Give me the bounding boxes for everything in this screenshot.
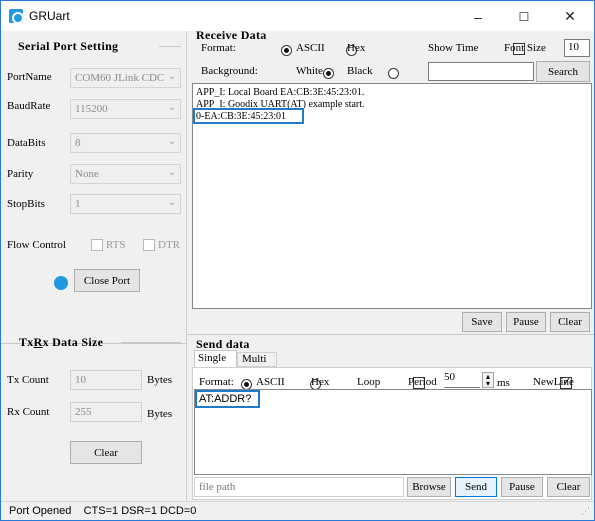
rx-format-label: Format: — [201, 42, 236, 54]
newline-label: NewLine — [533, 376, 574, 388]
rts-checkbox[interactable] — [91, 239, 103, 251]
title-bar[interactable]: GRUart – ☐ ✕ — [1, 1, 594, 31]
send-text: AT:ADDR? — [195, 390, 260, 408]
databits-select[interactable]: 8 ⌄ — [70, 133, 181, 153]
search-input[interactable] — [428, 62, 534, 81]
txrx-group-title: TxRx Data Size — [19, 335, 104, 349]
rx-ascii-radio[interactable] — [281, 45, 292, 56]
period-input[interactable]: 50 — [444, 371, 480, 388]
parity-label: Parity — [7, 168, 34, 180]
bg-black-label: Black — [347, 65, 373, 77]
portname-label: PortName — [7, 71, 52, 83]
serial-group-title: Serial Port Setting — [18, 39, 119, 53]
rx-hex-label: Hex — [347, 42, 366, 54]
rx-unit-label: Bytes — [147, 408, 173, 420]
close-button[interactable]: ✕ — [547, 2, 593, 31]
app-icon — [9, 9, 24, 24]
period-spinner[interactable]: ▴ ▾ — [482, 372, 494, 388]
bg-black-radio[interactable] — [388, 68, 399, 79]
parity-value: None — [75, 168, 99, 180]
clear-count-button[interactable]: Clear — [70, 441, 142, 464]
panel-divider — [187, 334, 594, 335]
tx-hex-label: Hex — [311, 376, 330, 388]
highlight-box — [193, 108, 304, 124]
rts-label: RTS — [106, 239, 126, 251]
chevron-down-icon: ⌄ — [167, 102, 176, 113]
file-path-input[interactable]: file path — [194, 477, 404, 497]
receive-line: APP_I: Local Board EA:CB:3E:45:23:01. — [196, 87, 365, 98]
portname-select[interactable]: COM60 JLink CDC ⌄ — [70, 68, 181, 88]
chevron-down-icon: ⌄ — [167, 71, 176, 82]
databits-label: DataBits — [7, 137, 46, 149]
connection-indicator — [54, 276, 68, 290]
rx-count-label: Rx Count — [7, 406, 50, 418]
group-divider — [159, 46, 181, 47]
receive-group-title: Receive Data — [196, 28, 267, 42]
send-panel: Send data Single Multi Format: ASCII Hex… — [187, 334, 594, 500]
stopbits-select[interactable]: 1 ⌄ — [70, 194, 181, 214]
portname-value: COM60 JLink CDC — [75, 72, 165, 84]
period-label: Period — [408, 376, 437, 388]
baudrate-value: 115200 — [75, 103, 108, 115]
tx-unit-label: Bytes — [147, 374, 173, 386]
tx-count-label: Tx Count — [7, 374, 49, 386]
tx-ascii-label: ASCII — [256, 376, 285, 388]
left-panel: Serial Port Setting PortName COM60 JLink… — [1, 31, 187, 501]
tx-count-field: 10 — [70, 370, 142, 390]
font-size-input[interactable]: 10 — [564, 39, 590, 57]
rx-ascii-label: ASCII — [296, 42, 325, 54]
font-size-label: Font Size — [504, 42, 546, 54]
dtr-label: DTR — [158, 239, 180, 251]
receive-textarea[interactable]: APP_I: Local Board EA:CB:3E:45:23:01. AP… — [192, 83, 592, 309]
stopbits-value: 1 — [75, 198, 81, 210]
background-label: Background: — [201, 65, 258, 77]
send-textarea[interactable]: AT:ADDR? — [194, 389, 592, 475]
chevron-down-icon: ⌄ — [167, 167, 176, 178]
stopbits-label: StopBits — [7, 198, 45, 210]
tx-pause-button[interactable]: Pause — [501, 477, 543, 497]
window-title: GRUart — [29, 9, 70, 23]
bg-white-label: White — [296, 65, 323, 77]
resize-grip-icon[interactable]: ⋰ — [581, 506, 590, 517]
baudrate-label: BaudRate — [7, 100, 51, 112]
tab-multi[interactable]: Multi — [237, 352, 277, 367]
status-text: Port Opened CTS=1 DSR=1 DCD=0 — [9, 505, 197, 517]
minimize-button[interactable]: – — [455, 2, 501, 31]
bg-white-radio[interactable] — [323, 68, 335, 79]
parity-select[interactable]: None ⌄ — [70, 164, 181, 184]
tx-clear-button[interactable]: Clear — [547, 477, 590, 497]
search-button[interactable]: Search — [536, 61, 590, 82]
save-button[interactable]: Save — [462, 312, 502, 332]
rx-pause-button[interactable]: Pause — [506, 312, 546, 332]
tx-format-label: Format: — [199, 376, 234, 388]
send-button[interactable]: Send — [455, 477, 497, 497]
rx-count-field: 255 — [70, 402, 142, 422]
show-time-label: Show Time — [428, 42, 479, 54]
browse-button[interactable]: Browse — [407, 477, 451, 497]
close-port-button[interactable]: Close Port — [74, 269, 140, 292]
baudrate-select[interactable]: 115200 ⌄ — [70, 99, 181, 119]
dtr-checkbox[interactable] — [143, 239, 155, 251]
tab-single[interactable]: Single — [194, 350, 237, 367]
receive-panel: Receive Data Format: ASCII Hex Show Time… — [187, 28, 594, 332]
period-unit: ms — [497, 377, 510, 389]
chevron-down-icon: ⌄ — [167, 197, 176, 208]
databits-value: 8 — [75, 137, 81, 149]
chevron-down-icon: ⌄ — [167, 136, 176, 147]
maximize-button[interactable]: ☐ — [501, 2, 547, 31]
loop-label: Loop — [357, 376, 381, 388]
flow-control-label: Flow Control — [7, 239, 66, 251]
group-divider — [121, 342, 181, 343]
status-bar: Port Opened CTS=1 DSR=1 DCD=0 ⋰ — [1, 501, 594, 520]
rx-clear-button[interactable]: Clear — [550, 312, 590, 332]
